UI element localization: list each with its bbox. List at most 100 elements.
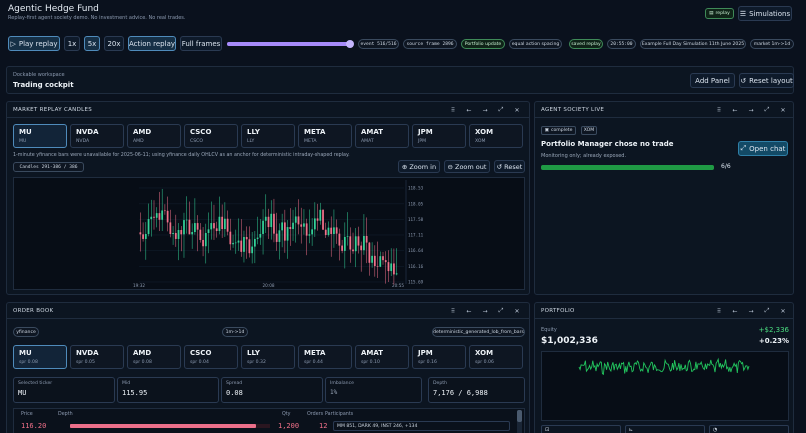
portfolio-tab-allocation[interactable]: ◔ [709,425,789,433]
open-chat-button[interactable]: ⤢ Open chat [738,141,788,156]
ticker-symbol: NVDA [76,128,99,136]
selected-ticker-stat: Selected ticker MU [13,377,115,403]
scrollbar-thumb[interactable] [517,410,522,422]
zoom-out-button[interactable]: ⊖ Zoom out [444,160,490,173]
speed-1x-button[interactable]: 1x [64,36,80,51]
full-frames-button[interactable]: Full frames [180,36,222,51]
expand-icon[interactable]: ⤢ [493,307,509,315]
depth-bar-fill [70,424,256,428]
ticker-card-amd[interactable]: AMD AMD [127,124,181,148]
ticker-card-mu[interactable]: MU MU [13,124,67,148]
panel-divider [7,117,529,118]
x-tick-label: 19:32 [133,283,145,288]
expand-icon[interactable]: ⤢ [493,106,509,114]
ticker-card-lly[interactable]: LLY LLY [241,124,295,148]
ticker-card-amat[interactable]: AMAT AMAT [355,124,409,148]
ticker-card-amd[interactable]: AMD spr 0.08 [127,345,181,369]
ticker-symbol: MU [19,128,32,136]
ticker-card-meta[interactable]: META META [298,124,352,148]
candlestick-chart[interactable]: 118.53 118.05 117.58 117.11 116.64 116.16 115.… [13,177,525,290]
simulations-button[interactable]: ☰ Simulations [738,6,792,21]
y-tick-label: 117.58 [408,217,424,222]
ticker-card-csco[interactable]: CSCO CSCO [184,124,238,148]
play-replay-button[interactable]: ▷ Play replay [8,36,60,51]
move-right-icon[interactable]: → [743,307,759,315]
data-source-note: 1-minute yfinance bars were unavailable … [13,153,350,158]
ticker-subtext: spr 0.08 [19,360,38,365]
agent-progress-label: 6/6 [721,163,731,170]
pnl-percent: +0.23% [758,337,789,345]
move-right-icon[interactable]: → [743,106,759,114]
action-replay-button[interactable]: Action replay [128,36,176,51]
ticker-symbol: CSCO [190,128,212,136]
ticker-card-jpm[interactable]: JPM spr 0.16 [412,345,466,369]
ticker-card-nvda[interactable]: NVDA NVDA [70,124,124,148]
candle-body [144,233,147,239]
move-left-icon[interactable]: ← [461,106,477,114]
reset-layout-button[interactable]: ↺ Reset layout [739,73,794,88]
drag-handle-icon[interactable]: ⠿ [445,307,461,315]
portfolio-tab-positions[interactable]: ⊡ [541,425,621,433]
order-panel-title: ORDER BOOK [13,308,54,314]
move-left-icon[interactable]: ← [727,307,743,315]
candle-body [142,234,144,239]
candle-body [191,232,194,235]
pnl-amount: +$2,336 [758,326,789,334]
ticker-card-xom[interactable]: XOM spr 0.06 [469,345,523,369]
candle-body [155,213,158,218]
drag-handle-icon[interactable]: ⠿ [711,106,727,114]
drag-handle-icon[interactable]: ⠿ [711,307,727,315]
ticker-card-nvda[interactable]: NVDA spr 0.05 [70,345,124,369]
candle-body [245,236,248,240]
equity-chart[interactable] [541,351,789,421]
zoom-out-icon: ⊖ [447,162,453,171]
candle-body [311,229,313,235]
replay-slider[interactable] [227,40,355,48]
candle-body [281,222,284,231]
candle-body [221,216,224,230]
ticker-card-xom[interactable]: XOM XOM [469,124,523,148]
table-row[interactable]: 116.20 1,200 12 MM 851, DARK 49, INST 24… [15,420,515,432]
candle-body [333,227,335,234]
zoom-in-icon: ⊕ [401,162,408,171]
ticker-card-jpm[interactable]: JPM JPM [412,124,466,148]
workspace-bar: Dockable workspace Trading cockpit Add P… [6,66,794,94]
source-frame-pill: source frame 2896 [403,39,457,49]
ticker-card-csco[interactable]: CSCO spr 0.04 [184,345,238,369]
portfolio-tab-chart[interactable]: ⊾ [625,425,705,433]
chart-reset-button[interactable]: ↺ Reset [494,160,525,173]
move-right-icon[interactable]: → [477,307,493,315]
close-icon[interactable]: ✕ [509,106,525,114]
close-icon[interactable]: ✕ [775,307,791,315]
ticker-card-amat[interactable]: AMAT spr 0.10 [355,345,409,369]
ticker-card-lly[interactable]: LLY spr 0.32 [241,345,295,369]
zoom-in-button[interactable]: ⊕ Zoom in [398,160,440,173]
table-scrollbar[interactable] [517,410,522,433]
close-icon[interactable]: ✕ [509,307,525,315]
equity-line-svg [578,357,750,376]
move-right-icon[interactable]: → [477,106,493,114]
market-interval-pill: market 1m->1d [750,39,794,49]
speed-5x-button[interactable]: 5x [84,36,100,51]
replay-slider-handle[interactable] [346,40,355,48]
candle-body [256,237,259,239]
spread-stat: Spread 0.08 [221,377,323,403]
move-left-icon[interactable]: ← [727,106,743,114]
add-panel-button[interactable]: Add Panel [690,73,735,88]
candle-body [324,229,327,235]
move-left-icon[interactable]: ← [461,307,477,315]
reset-icon: ↺ [740,76,747,85]
close-icon[interactable]: ✕ [775,106,791,114]
ticker-subtext: LLY [247,139,255,144]
candle-body [283,222,286,241]
expand-icon[interactable]: ⤢ [759,307,775,315]
candle-body [218,216,221,232]
speed-20x-button[interactable]: 20x [104,36,124,51]
ticker-card-meta[interactable]: META spr 0.44 [298,345,352,369]
expand-icon[interactable]: ⤢ [759,106,775,114]
candle-body [354,236,357,252]
drag-handle-icon[interactable]: ⠿ [445,106,461,114]
ticker-card-mu[interactable]: MU spr 0.08 [13,345,67,369]
x-tick-label: 20:08 [262,283,274,288]
candle-body [373,255,376,267]
